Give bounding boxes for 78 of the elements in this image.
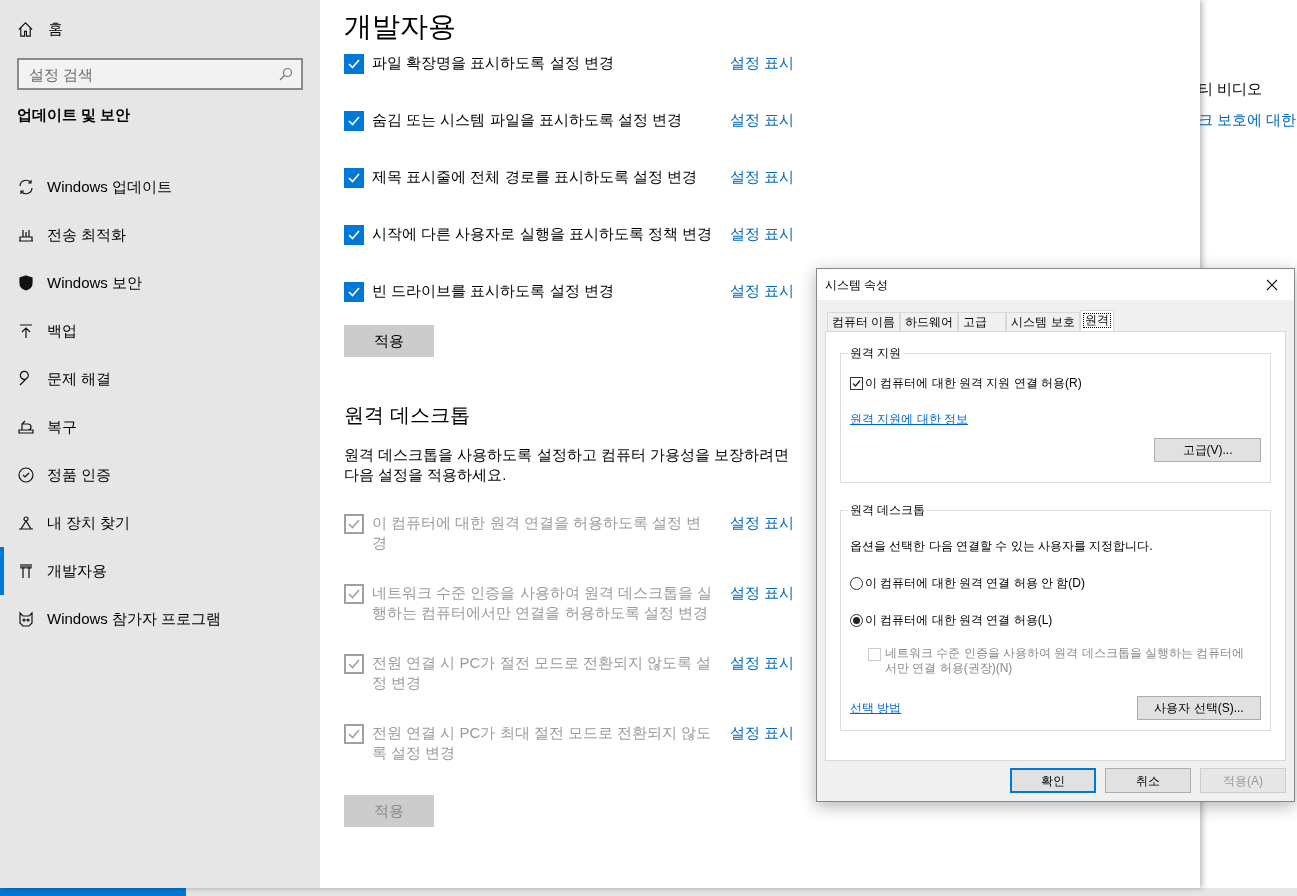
dialog-tab[interactable]: 고급 <box>958 312 1007 331</box>
nav-item[interactable]: Windows 참가자 프로그램 <box>0 595 320 643</box>
group-title: 원격 지원 <box>849 345 903 362</box>
nav-item[interactable]: 복구 <box>0 403 320 451</box>
apply-button[interactable]: 적용 <box>344 325 434 357</box>
show-settings-link[interactable]: 설정 표시 <box>729 53 794 73</box>
search-icon <box>279 67 293 81</box>
dialog-tab[interactable]: 시스템 보호 <box>1006 312 1080 331</box>
section-heading: 원격 데스크톱 <box>344 403 470 428</box>
section-title: 업데이트 및 보안 <box>16 105 132 125</box>
check-icon <box>347 114 361 128</box>
check-icon <box>347 587 361 601</box>
checkbox[interactable] <box>344 54 364 74</box>
nav-item[interactable]: 내 장치 찾기 <box>0 499 320 547</box>
insider-icon <box>17 610 35 628</box>
setting-label: 시작에 다른 사용자로 실행을 표시하도록 정책 변경 <box>372 224 712 244</box>
page-title: 개발자용 <box>344 10 457 44</box>
show-settings-link[interactable]: 설정 표시 <box>729 167 794 187</box>
refresh-icon <box>17 178 35 196</box>
show-settings-link[interactable]: 설정 표시 <box>729 224 794 244</box>
check-icon <box>347 285 361 299</box>
dialog-tab[interactable]: 하드웨어 <box>900 312 959 331</box>
check-icon <box>851 377 862 389</box>
nav-item[interactable]: 정품 인증 <box>0 451 320 499</box>
setting-label: 제목 표시줄에 전체 경로를 표시하도록 설정 변경 <box>372 167 698 187</box>
person-pin-icon <box>17 514 35 532</box>
setting-label: 네트워크 수준 인증을 사용하여 원격 데스크톱을 실행하는 컴퓨터에서만 연결을 허용하도록 설정 변경 <box>372 583 712 623</box>
check-icon <box>347 57 361 71</box>
search-field[interactable]: 설정 검색 <box>17 58 303 90</box>
help-link[interactable]: 선택 방법 <box>850 699 902 717</box>
upload-arrow-icon <box>17 322 35 340</box>
checkbox-label: 이 컴퓨터에 대한 원격 지원 연결 허용(R) <box>865 375 1082 392</box>
developer-tools-icon <box>17 562 35 580</box>
nav-item[interactable]: Windows 보안 <box>0 259 320 307</box>
check-icon <box>347 517 361 531</box>
check-icon <box>347 171 361 185</box>
nav-item[interactable]: 문제 해결 <box>0 355 320 403</box>
show-settings-link[interactable]: 설정 표시 <box>729 281 794 301</box>
shield-icon <box>17 274 35 292</box>
setting-label: 전원 연결 시 PC가 최대 절전 모드로 전환되지 않도록 설정 변경 <box>372 723 712 763</box>
radio-label: 이 컴퓨터에 대한 원격 연결 허용(L) <box>865 612 1053 629</box>
checkbox[interactable] <box>344 168 364 188</box>
nav-item[interactable]: 백업 <box>0 307 320 355</box>
group-description: 옵션을 선택한 다음 연결할 수 있는 사용자를 지정합니다. <box>850 538 1154 555</box>
setting-label: 전원 연결 시 PC가 절전 모드로 전환되지 않도록 설정 변경 <box>372 653 712 693</box>
setting-label: 파일 확장명을 표시하도록 설정 변경 <box>372 53 615 73</box>
checkbox[interactable] <box>344 282 364 302</box>
show-settings-link[interactable]: 설정 표시 <box>729 110 794 130</box>
radio-button[interactable] <box>850 576 863 590</box>
checkbox-label: 네트워크 수준 인증을 사용하여 원격 데스크톱을 실행하는 컴퓨터에서만 연결 허용(권장)(N) <box>885 646 1245 676</box>
info-link[interactable]: 원격 지원에 대한 정보 <box>850 410 968 428</box>
home-icon <box>17 20 34 38</box>
dialog-button[interactable]: 확인 <box>1010 768 1096 793</box>
dialog-button[interactable]: 취소 <box>1105 768 1191 793</box>
check-icon <box>347 228 361 242</box>
radio-button[interactable] <box>850 613 863 627</box>
checkbox[interactable] <box>344 225 364 245</box>
select-users-button[interactable]: 사용자 선택(S)... <box>1137 696 1261 720</box>
setting-label: 이 컴퓨터에 대한 원격 연결을 허용하도록 설정 변경 <box>372 513 703 553</box>
recovery-icon <box>17 418 35 436</box>
home-item[interactable]: 홈 <box>0 0 320 58</box>
dialog-tab[interactable]: 컴퓨터 이름 <box>827 312 901 331</box>
dialog-title: 시스템 속성 <box>825 276 889 294</box>
dialog-tab[interactable]: 원격 <box>1079 310 1114 331</box>
setting-label: 빈 드라이브를 표시하도록 설정 변경 <box>372 281 615 301</box>
section-description: 원격 데스크톱을 사용하도록 설정하고 컴퓨터 가용성을 보장하려면 다음 설정을 적용하세요. <box>344 445 789 485</box>
nav-item[interactable]: Windows 업데이트 <box>0 163 320 211</box>
setting-label: 숨김 또는 시스템 파일을 표시하도록 설정 변경 <box>372 110 683 130</box>
radio-label: 이 컴퓨터에 대한 원격 연결 허용 안 함(D) <box>865 575 1085 592</box>
close-icon <box>1266 278 1278 291</box>
advanced-button[interactable]: 고급(V)... <box>1154 438 1261 462</box>
check-icon <box>347 727 361 741</box>
group-title: 원격 데스크톱 <box>849 502 927 519</box>
checkbox[interactable] <box>850 376 863 390</box>
check-circle-icon <box>17 466 35 484</box>
check-icon <box>347 657 361 671</box>
nav-item[interactable]: 전송 최적화 <box>0 211 320 259</box>
checkbox[interactable] <box>344 111 364 131</box>
